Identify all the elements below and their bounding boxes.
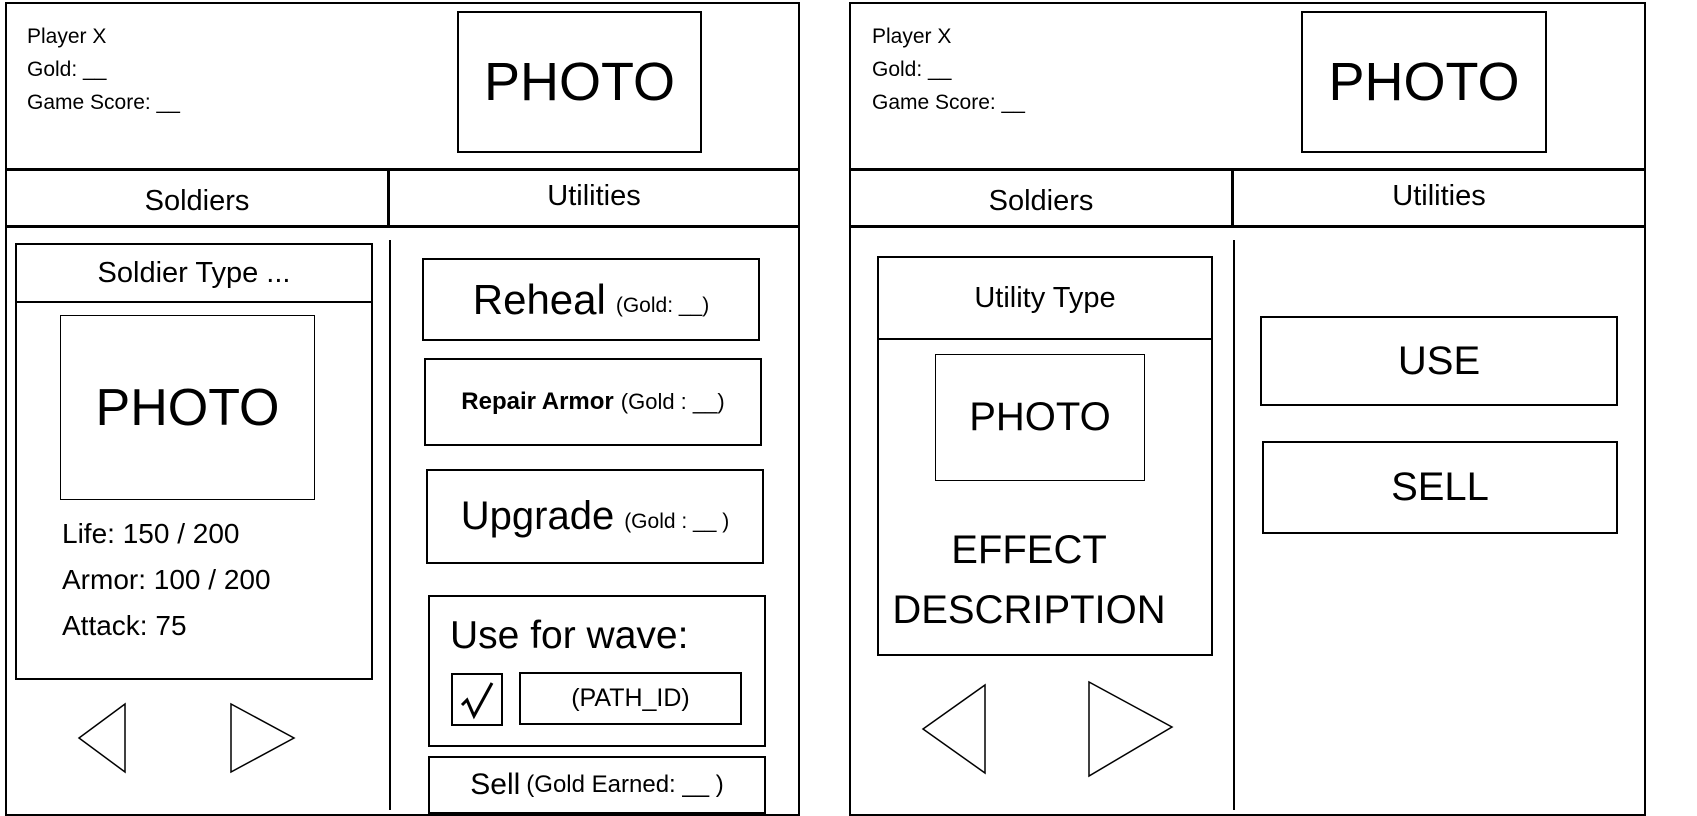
triangle-left-icon[interactable] xyxy=(920,683,988,775)
tab-soldiers-label: Soldiers xyxy=(144,184,250,217)
card-header-divider xyxy=(15,301,373,303)
soldier-type-label: Soldier Type ... xyxy=(97,256,291,289)
player-gold: Gold: __ xyxy=(872,58,952,81)
utility-photo-label: PHOTO xyxy=(969,395,1111,439)
soldier-photo-label: PHOTO xyxy=(95,378,280,437)
reheal-label: Reheal xyxy=(472,275,606,323)
sell-label: Sell xyxy=(470,768,521,801)
triangle-right-icon[interactable] xyxy=(229,702,297,774)
checkmark-icon xyxy=(460,681,494,719)
soldier-photo: PHOTO xyxy=(60,315,315,500)
wave-label: Use for wave: xyxy=(450,614,689,657)
reheal-button[interactable]: Reheal (Gold: __) xyxy=(422,258,760,341)
soldier-armor: Armor: 100 / 200 xyxy=(62,564,271,595)
tab-soldiers[interactable]: Soldiers xyxy=(851,171,1231,225)
repair-armor-cost: (Gold : __) xyxy=(620,389,725,414)
wave-checkbox[interactable] xyxy=(451,673,503,726)
use-label: USE xyxy=(1397,338,1481,383)
tabs-divider xyxy=(849,225,1646,228)
tabs-divider xyxy=(5,225,800,228)
sell-button[interactable]: Sell (Gold Earned: __ ) xyxy=(428,756,766,814)
tab-utilities-label: Utilities xyxy=(1392,179,1486,212)
player-score: Game Score: __ xyxy=(27,91,180,114)
effect-description: EFFECT DESCRIPTION xyxy=(879,520,1179,640)
player-score: Game Score: __ xyxy=(872,91,1025,114)
path-id-value: (PATH_ID) xyxy=(571,684,690,712)
header-photo-label: PHOTO xyxy=(483,52,676,112)
repair-armor-label: Repair Armor xyxy=(461,388,614,415)
sell-button[interactable]: SELL xyxy=(1262,441,1618,534)
header-photo-label: PHOTO xyxy=(1328,52,1520,112)
tab-soldiers[interactable]: Soldiers xyxy=(7,171,387,225)
sell-label: SELL xyxy=(1391,465,1489,509)
utility-type-title: Utility Type xyxy=(879,258,1211,338)
soldier-type-title: Soldier Type ... xyxy=(17,245,371,301)
soldier-attack: Attack: 75 xyxy=(62,610,187,641)
effect-line-2: DESCRIPTION xyxy=(892,588,1166,632)
upgrade-label: Upgrade xyxy=(460,494,615,538)
utility-type-label: Utility Type xyxy=(974,281,1116,314)
use-button[interactable]: USE xyxy=(1260,316,1618,406)
upgrade-cost: (Gold : __ ) xyxy=(624,509,730,533)
tab-utilities[interactable]: Utilities xyxy=(390,171,798,225)
content-divider xyxy=(1233,240,1235,810)
path-id-field[interactable]: (PATH_ID) xyxy=(519,672,742,725)
effect-line-1: EFFECT xyxy=(951,528,1107,572)
player-name: Player X xyxy=(872,25,952,48)
header-photo: PHOTO xyxy=(1301,11,1547,153)
tab-soldiers-label: Soldiers xyxy=(988,184,1094,217)
tab-utilities[interactable]: Utilities xyxy=(1234,171,1644,225)
soldier-life: Life: 150 / 200 xyxy=(62,518,240,549)
player-name: Player X xyxy=(27,25,107,48)
triangle-left-icon[interactable] xyxy=(76,702,128,774)
triangle-right-icon[interactable] xyxy=(1087,680,1175,778)
upgrade-button[interactable]: Upgrade (Gold : __ ) xyxy=(426,469,764,564)
player-gold: Gold: __ xyxy=(27,58,107,81)
sell-cost: (Gold Earned: __ ) xyxy=(526,771,724,798)
card-header-divider xyxy=(877,338,1213,340)
repair-armor-button[interactable]: Repair Armor (Gold : __) xyxy=(424,358,762,446)
content-divider xyxy=(389,240,391,810)
reheal-cost: (Gold: __) xyxy=(615,293,710,317)
utility-photo: PHOTO xyxy=(935,354,1145,481)
header-photo: PHOTO xyxy=(457,11,702,153)
tab-utilities-label: Utilities xyxy=(547,179,641,212)
